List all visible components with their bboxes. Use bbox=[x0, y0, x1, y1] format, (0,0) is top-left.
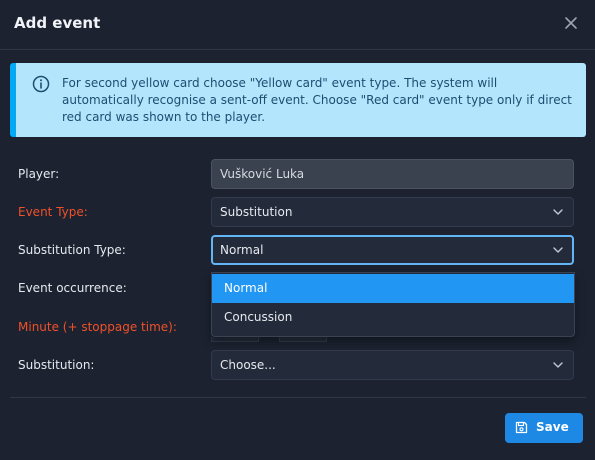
add-event-dialog: Add event For second yellow card choose … bbox=[0, 0, 595, 460]
close-icon[interactable] bbox=[562, 14, 580, 32]
substitution-select[interactable]: Choose... bbox=[211, 350, 574, 380]
save-label: Save bbox=[536, 420, 569, 434]
save-button[interactable]: Save bbox=[505, 413, 583, 443]
save-icon bbox=[515, 421, 528, 434]
footer-divider bbox=[10, 397, 586, 398]
option-normal[interactable]: Normal bbox=[212, 274, 574, 303]
substitution-label: Substitution: bbox=[18, 358, 95, 372]
substitution-type-label: Substitution Type: bbox=[18, 243, 126, 257]
event-type-value: Substitution bbox=[220, 205, 293, 219]
stoppage-time-input[interactable] bbox=[279, 337, 327, 342]
substitution-type-dropdown: Normal Concussion bbox=[211, 272, 575, 337]
minute-label: Minute (+ stoppage time): bbox=[18, 320, 177, 334]
event-type-select[interactable]: Substitution bbox=[211, 197, 574, 227]
chevron-down-icon bbox=[553, 209, 563, 215]
dialog-header: Add event bbox=[0, 0, 595, 50]
player-label: Player: bbox=[18, 167, 60, 181]
substitution-value: Choose... bbox=[220, 358, 276, 372]
event-type-label: Event Type: bbox=[18, 205, 88, 219]
info-text: For second yellow card choose "Yellow ca… bbox=[62, 76, 572, 124]
info-icon bbox=[32, 75, 50, 93]
substitution-type-select[interactable]: Normal bbox=[211, 235, 574, 265]
minute-input[interactable] bbox=[211, 337, 259, 342]
chevron-down-icon bbox=[553, 362, 563, 368]
chevron-down-icon bbox=[553, 247, 563, 253]
player-field: Vušković Luka bbox=[211, 159, 574, 189]
substitution-type-value: Normal bbox=[220, 243, 264, 257]
info-alert: For second yellow card choose "Yellow ca… bbox=[10, 63, 586, 137]
dialog-title: Add event bbox=[14, 14, 101, 32]
option-concussion[interactable]: Concussion bbox=[212, 303, 574, 332]
event-occurrence-label: Event occurrence: bbox=[18, 281, 127, 295]
